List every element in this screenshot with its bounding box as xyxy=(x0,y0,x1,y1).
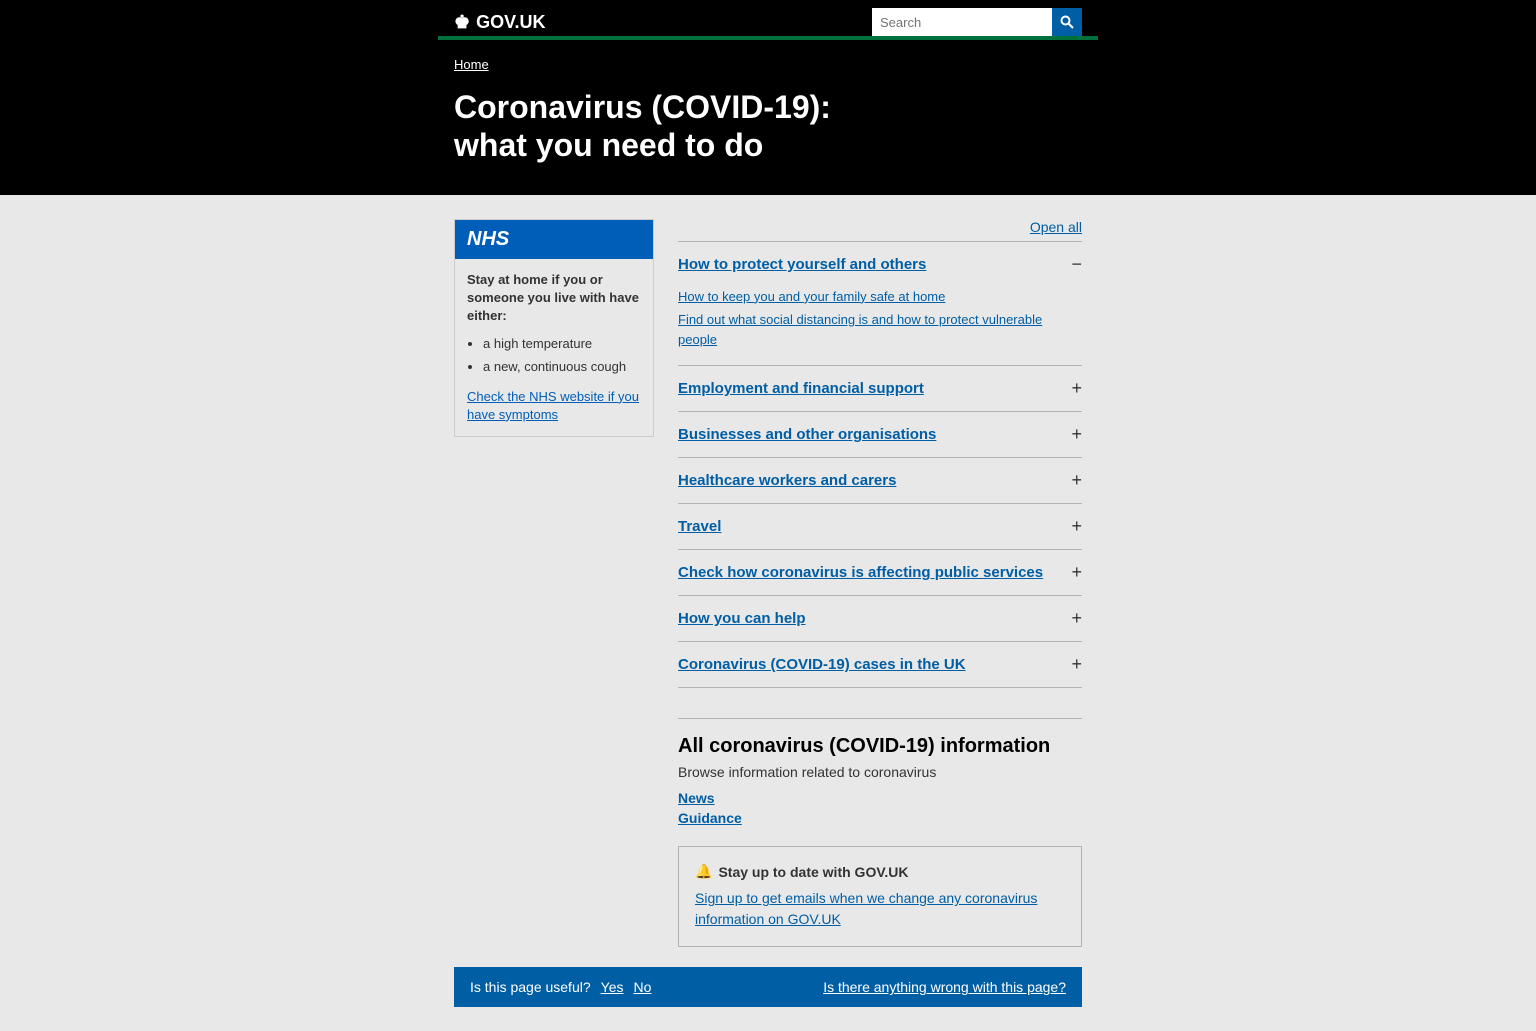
accordion-icon-public-services: + xyxy=(1071,562,1082,583)
govuk-logo-text: GOV.UK xyxy=(476,12,545,33)
search-input[interactable] xyxy=(872,8,1052,36)
nhs-stay-home-text: Stay at home if you or someone you live … xyxy=(467,271,641,326)
accordion-header-help[interactable]: How you can help + xyxy=(678,596,1082,641)
feedback-bar: Is this page useful? Yes No Is there any… xyxy=(454,967,1082,1007)
nhs-header: NHS xyxy=(455,220,653,259)
feedback-right: Is there anything wrong with this page? xyxy=(823,979,1066,995)
site-header: ♚ GOV.UK xyxy=(0,0,1536,48)
breadcrumb: Home xyxy=(454,56,1082,72)
govuk-logo: ♚ GOV.UK xyxy=(454,12,546,33)
feedback-yes-button[interactable]: Yes xyxy=(601,979,624,995)
all-covid-section: All coronavirus (COVID-19) information B… xyxy=(678,718,1082,826)
accordion-icon-help: + xyxy=(1071,608,1082,629)
all-covid-desc: Browse information related to coronaviru… xyxy=(678,764,1082,780)
accordion-title-healthcare: Healthcare workers and carers xyxy=(678,472,896,489)
accordion-item-healthcare: Healthcare workers and carers + xyxy=(678,458,1082,504)
accordion-header-protect[interactable]: How to protect yourself and others − xyxy=(678,242,1082,287)
accordion-body-protect: How to keep you and your family safe at … xyxy=(678,287,1082,366)
accordion-item-protect: How to protect yourself and others − How… xyxy=(678,242,1082,367)
all-covid-guidance-link[interactable]: Guidance xyxy=(678,810,1082,826)
open-all-bar: Open all xyxy=(678,219,1082,242)
accordion-header-public-services[interactable]: Check how coronavirus is affecting publi… xyxy=(678,550,1082,595)
search-form xyxy=(872,8,1082,36)
protect-link-2[interactable]: Find out what social distancing is and h… xyxy=(678,310,1082,349)
accordion-title-cases: Coronavirus (COVID-19) cases in the UK xyxy=(678,656,966,673)
accordion-title-protect: How to protect yourself and others xyxy=(678,256,926,273)
accordion-icon-travel: + xyxy=(1071,516,1082,537)
accordion: Open all How to protect yourself and oth… xyxy=(678,219,1082,948)
crown-icon: ♚ xyxy=(454,12,470,33)
green-divider xyxy=(438,36,1098,40)
accordion-item-businesses: Businesses and other organisations + xyxy=(678,412,1082,458)
accordion-header-travel[interactable]: Travel + xyxy=(678,504,1082,549)
breadcrumb-home[interactable]: Home xyxy=(454,57,489,72)
accordion-title-businesses: Businesses and other organisations xyxy=(678,426,936,443)
accordion-title-employment: Employment and financial support xyxy=(678,380,924,397)
all-covid-links: News Guidance xyxy=(678,790,1082,826)
accordion-header-cases[interactable]: Coronavirus (COVID-19) cases in the UK + xyxy=(678,642,1082,687)
accordion-title-travel: Travel xyxy=(678,518,721,535)
symptom-1: a high temperature xyxy=(483,335,641,353)
accordion-header-employment[interactable]: Employment and financial support + xyxy=(678,366,1082,411)
symptom-2: a new, continuous cough xyxy=(483,358,641,376)
content-grid: NHS Stay at home if you or someone you l… xyxy=(454,219,1082,948)
nhs-symptoms-list: a high temperature a new, continuous cou… xyxy=(483,335,641,375)
accordion-header-businesses[interactable]: Businesses and other organisations + xyxy=(678,412,1082,457)
stay-updated-title: 🔔 Stay up to date with GOV.UK xyxy=(695,863,1065,880)
nhs-label: NHS xyxy=(467,228,509,250)
main-content: NHS Stay at home if you or someone you l… xyxy=(0,195,1536,1031)
hero-section: Home Coronavirus (COVID-19): what you ne… xyxy=(0,48,1536,195)
accordion-item-travel: Travel + xyxy=(678,504,1082,550)
feedback-wrong-link[interactable]: Is there anything wrong with this page? xyxy=(823,979,1066,995)
all-covid-title: All coronavirus (COVID-19) information xyxy=(678,735,1082,758)
protect-link-1[interactable]: How to keep you and your family safe at … xyxy=(678,287,1082,307)
accordion-item-public-services: Check how coronavirus is affecting publi… xyxy=(678,550,1082,596)
accordion-icon-businesses: + xyxy=(1071,424,1082,445)
feedback-no-button[interactable]: No xyxy=(633,979,651,995)
search-icon xyxy=(1060,15,1074,29)
search-button[interactable] xyxy=(1052,8,1082,36)
nhs-check-link[interactable]: Check the NHS website if you have sympto… xyxy=(467,389,639,422)
stay-updated-link[interactable]: Sign up to get emails when we change any… xyxy=(695,890,1037,927)
accordion-item-cases: Coronavirus (COVID-19) cases in the UK + xyxy=(678,642,1082,688)
stay-updated-box: 🔔 Stay up to date with GOV.UK Sign up to… xyxy=(678,846,1082,947)
accordion-title-help: How you can help xyxy=(678,610,806,627)
accordion-item-employment: Employment and financial support + xyxy=(678,366,1082,412)
feedback-question: Is this page useful? xyxy=(470,979,591,995)
nhs-content: Stay at home if you or someone you live … xyxy=(455,259,653,436)
bell-icon: 🔔 xyxy=(695,863,712,880)
all-covid-news-link[interactable]: News xyxy=(678,790,1082,806)
open-all-button[interactable]: Open all xyxy=(1030,219,1082,235)
feedback-left: Is this page useful? Yes No xyxy=(470,979,651,995)
page-wrapper: ♚ GOV.UK Home Coronavirus (COVID-1 xyxy=(0,0,1536,1031)
accordion-icon-healthcare: + xyxy=(1071,470,1082,491)
nhs-box: NHS Stay at home if you or someone you l… xyxy=(454,219,654,437)
page-title: Coronavirus (COVID-19): what you need to… xyxy=(454,88,1082,165)
accordion-header-healthcare[interactable]: Healthcare workers and carers + xyxy=(678,458,1082,503)
accordion-item-help: How you can help + xyxy=(678,596,1082,642)
accordion-icon-protect: − xyxy=(1071,254,1082,275)
accordion-icon-cases: + xyxy=(1071,654,1082,675)
accordion-icon-employment: + xyxy=(1071,378,1082,399)
accordion-title-public-services: Check how coronavirus is affecting publi… xyxy=(678,564,1043,581)
